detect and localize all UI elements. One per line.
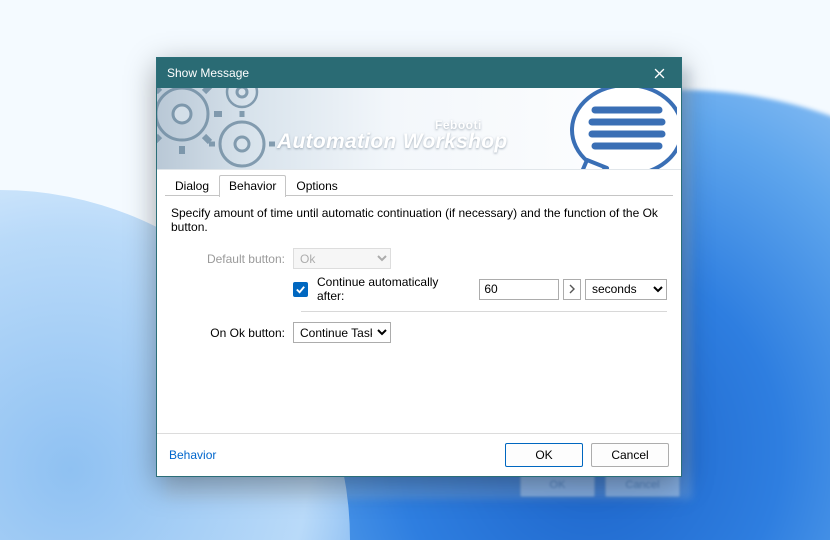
default-button-label: Default button: (171, 252, 293, 266)
on-ok-label: On Ok button: (171, 326, 293, 340)
section-divider (301, 311, 667, 312)
continue-auto-unit-select[interactable]: seconds (585, 279, 667, 300)
tab-behavior[interactable]: Behavior (219, 175, 286, 197)
continue-auto-checkbox[interactable] (293, 282, 308, 297)
dialog-footer: Behavior OK Cancel (157, 433, 681, 476)
row-on-ok: On Ok button: Continue Task (171, 322, 667, 343)
row-default-button: Default button: Ok (171, 248, 667, 269)
description-text: Specify amount of time until automatic c… (171, 206, 667, 234)
close-icon (654, 68, 665, 79)
continue-auto-label: Continue automatically after: (317, 275, 465, 303)
titlebar: Show Message (157, 58, 681, 88)
brand-big: Automation Workshop (277, 130, 507, 154)
row-continue-auto: Continue automatically after: seconds (171, 275, 667, 303)
help-link-behavior[interactable]: Behavior (169, 448, 216, 462)
check-icon (295, 284, 306, 295)
brand-small: Febooti (435, 118, 665, 132)
tab-options[interactable]: Options (286, 175, 347, 197)
tab-content: Specify amount of time until automatic c… (157, 196, 681, 433)
window-title: Show Message (167, 66, 637, 80)
continue-auto-value-input[interactable] (479, 279, 559, 300)
tab-strip: Dialog Behavior Options (157, 170, 681, 196)
tab-dialog[interactable]: Dialog (165, 175, 219, 197)
chevron-right-icon (568, 284, 576, 294)
on-ok-select[interactable]: Continue Task (293, 322, 391, 343)
ok-button[interactable]: OK (505, 443, 583, 467)
banner-text: Febooti Automation Workshop (277, 116, 507, 154)
variable-picker-button[interactable] (563, 279, 581, 300)
banner: Febooti Automation Workshop (157, 88, 681, 170)
close-button[interactable] (637, 58, 681, 88)
cancel-button[interactable]: Cancel (591, 443, 669, 467)
show-message-dialog: Show Message Fe (156, 57, 682, 477)
default-button-select: Ok (293, 248, 391, 269)
